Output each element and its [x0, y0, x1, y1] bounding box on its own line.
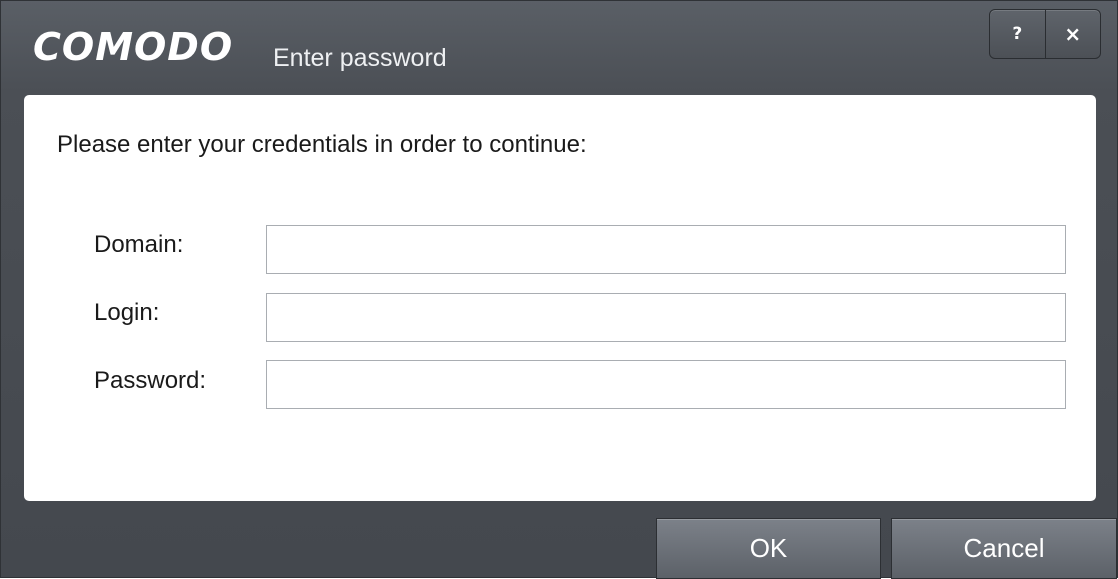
login-input[interactable] — [266, 293, 1066, 342]
password-input[interactable] — [266, 360, 1066, 409]
password-label: Password: — [94, 367, 207, 394]
login-label: Login: — [94, 299, 160, 326]
ok-button[interactable]: OK — [656, 518, 881, 579]
credentials-panel: Please enter your credentials in order t… — [24, 95, 1096, 501]
enter-password-dialog: COMODO Enter password ? × Please enter y… — [0, 0, 1118, 579]
help-icon[interactable]: ? — [990, 10, 1045, 58]
close-icon[interactable]: × — [1044, 10, 1101, 58]
domain-label: Domain: — [94, 231, 184, 258]
title-bar[interactable]: COMODO Enter password ? × — [1, 1, 1117, 93]
title-button-group: ? × — [989, 9, 1101, 59]
domain-input[interactable] — [266, 225, 1066, 274]
window-title: Enter password — [273, 44, 447, 72]
credentials-prompt: Please enter your credentials in order t… — [57, 131, 587, 158]
comodo-logo: COMODO — [33, 25, 234, 69]
cancel-button[interactable]: Cancel — [891, 518, 1117, 579]
